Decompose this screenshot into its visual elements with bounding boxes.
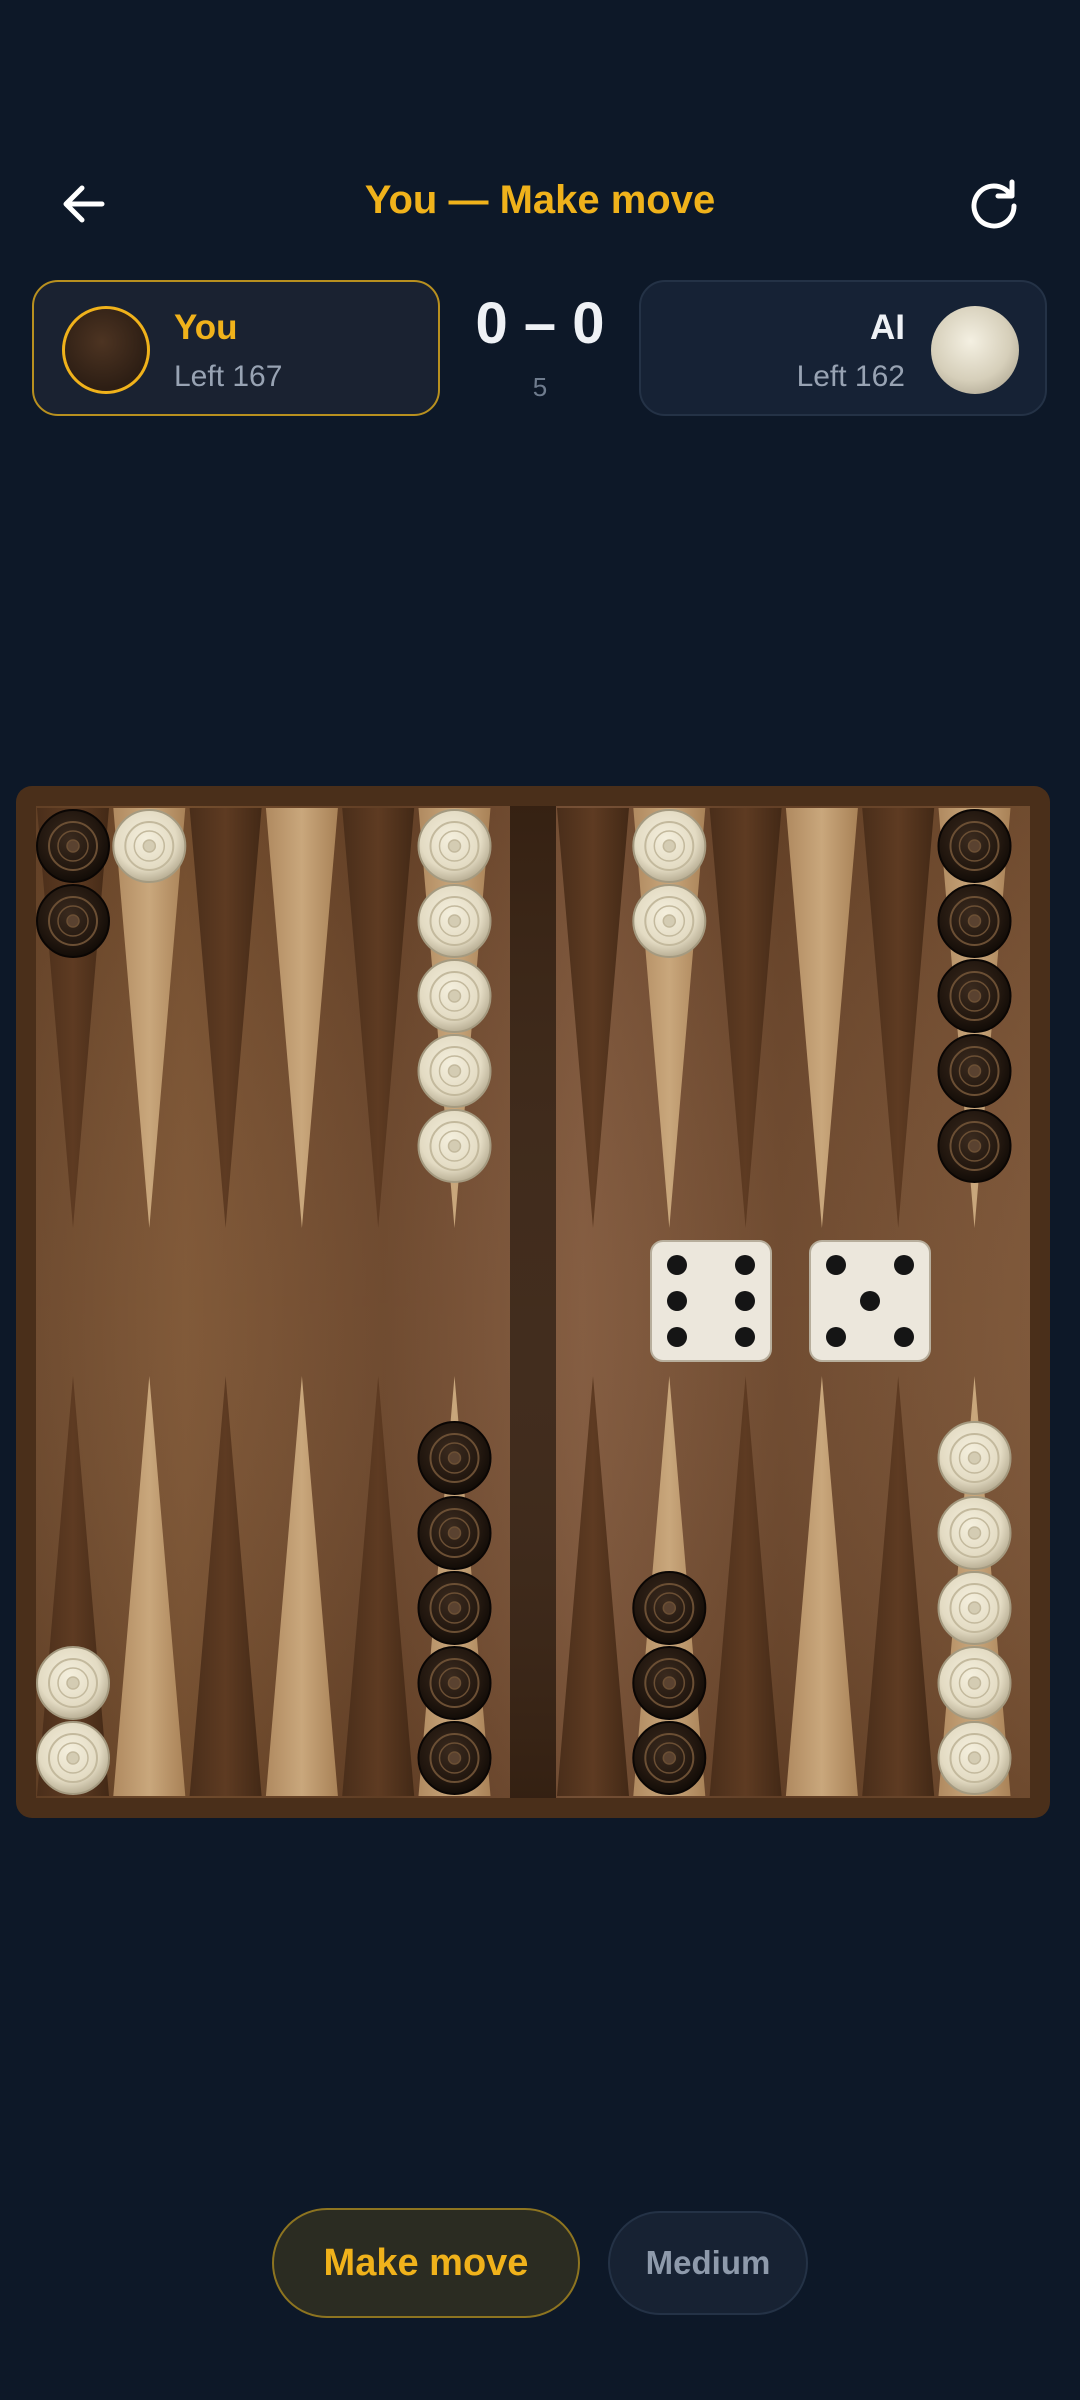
light-checker[interactable] — [36, 1646, 110, 1720]
dark-checker[interactable] — [937, 884, 1012, 958]
die-pip — [735, 1255, 755, 1275]
top-bar: You — Make move — [0, 150, 1080, 250]
die-pip — [860, 1291, 880, 1311]
dark-checker[interactable] — [417, 1496, 492, 1570]
dark-checker[interactable] — [937, 1109, 1012, 1183]
dark-checker[interactable] — [937, 809, 1012, 883]
light-checker[interactable] — [937, 1646, 1012, 1720]
light-checker[interactable] — [632, 884, 707, 958]
player-card-ai: AI Left 162 — [639, 280, 1047, 416]
backgammon-board[interactable] — [16, 786, 1050, 1818]
light-checker[interactable] — [937, 1496, 1012, 1570]
dark-checker[interactable] — [36, 884, 110, 958]
you-pips-left: Left 167 — [174, 360, 283, 393]
dark-checker[interactable] — [417, 1646, 492, 1720]
ai-pips-left: Left 162 — [796, 360, 905, 393]
light-checker[interactable] — [937, 1721, 1012, 1795]
die-pip — [826, 1327, 846, 1347]
board-canvas[interactable] — [16, 786, 1050, 1818]
match-score: 0 – 0 — [475, 291, 605, 356]
die-pip — [735, 1327, 755, 1347]
die-pip — [667, 1291, 687, 1311]
difficulty-button[interactable]: Medium — [608, 2211, 808, 2315]
light-checker[interactable] — [632, 809, 707, 883]
light-checker[interactable] — [112, 809, 187, 883]
you-name: You — [174, 308, 238, 347]
dark-checker[interactable] — [937, 1034, 1012, 1108]
ai-checker-avatar — [931, 306, 1019, 394]
dark-checker[interactable] — [632, 1721, 707, 1795]
die-2 — [809, 1240, 931, 1362]
die-pip — [667, 1255, 687, 1275]
die-pip — [894, 1255, 914, 1275]
dark-checker[interactable] — [937, 959, 1012, 1033]
die-pip — [667, 1327, 687, 1347]
die-pip — [894, 1327, 914, 1347]
die-pip — [826, 1255, 846, 1275]
light-checker[interactable] — [417, 1034, 492, 1108]
turn-title: You — Make move — [364, 178, 716, 222]
restart-button[interactable] — [962, 172, 1026, 236]
dark-checker[interactable] — [417, 1421, 492, 1495]
light-checker[interactable] — [937, 1571, 1012, 1645]
make-move-button[interactable]: Make move — [272, 2208, 580, 2318]
light-checker[interactable] — [417, 1109, 492, 1183]
dark-checker[interactable] — [417, 1721, 492, 1795]
ai-name: AI — [870, 308, 905, 347]
dark-checker[interactable] — [417, 1571, 492, 1645]
light-checker[interactable] — [417, 959, 492, 1033]
dark-checker[interactable] — [632, 1646, 707, 1720]
die-pip — [735, 1291, 755, 1311]
light-checker[interactable] — [417, 884, 492, 958]
die-1 — [650, 1240, 772, 1362]
light-checker[interactable] — [417, 809, 492, 883]
light-checker[interactable] — [937, 1421, 1012, 1495]
dark-checker[interactable] — [36, 809, 110, 883]
refresh-icon — [971, 179, 1017, 229]
match-length: 5 — [532, 372, 548, 402]
you-checker-avatar — [62, 306, 150, 394]
light-checker[interactable] — [36, 1721, 110, 1795]
player-card-you: You Left 167 — [32, 280, 440, 416]
dark-checker[interactable] — [632, 1571, 707, 1645]
